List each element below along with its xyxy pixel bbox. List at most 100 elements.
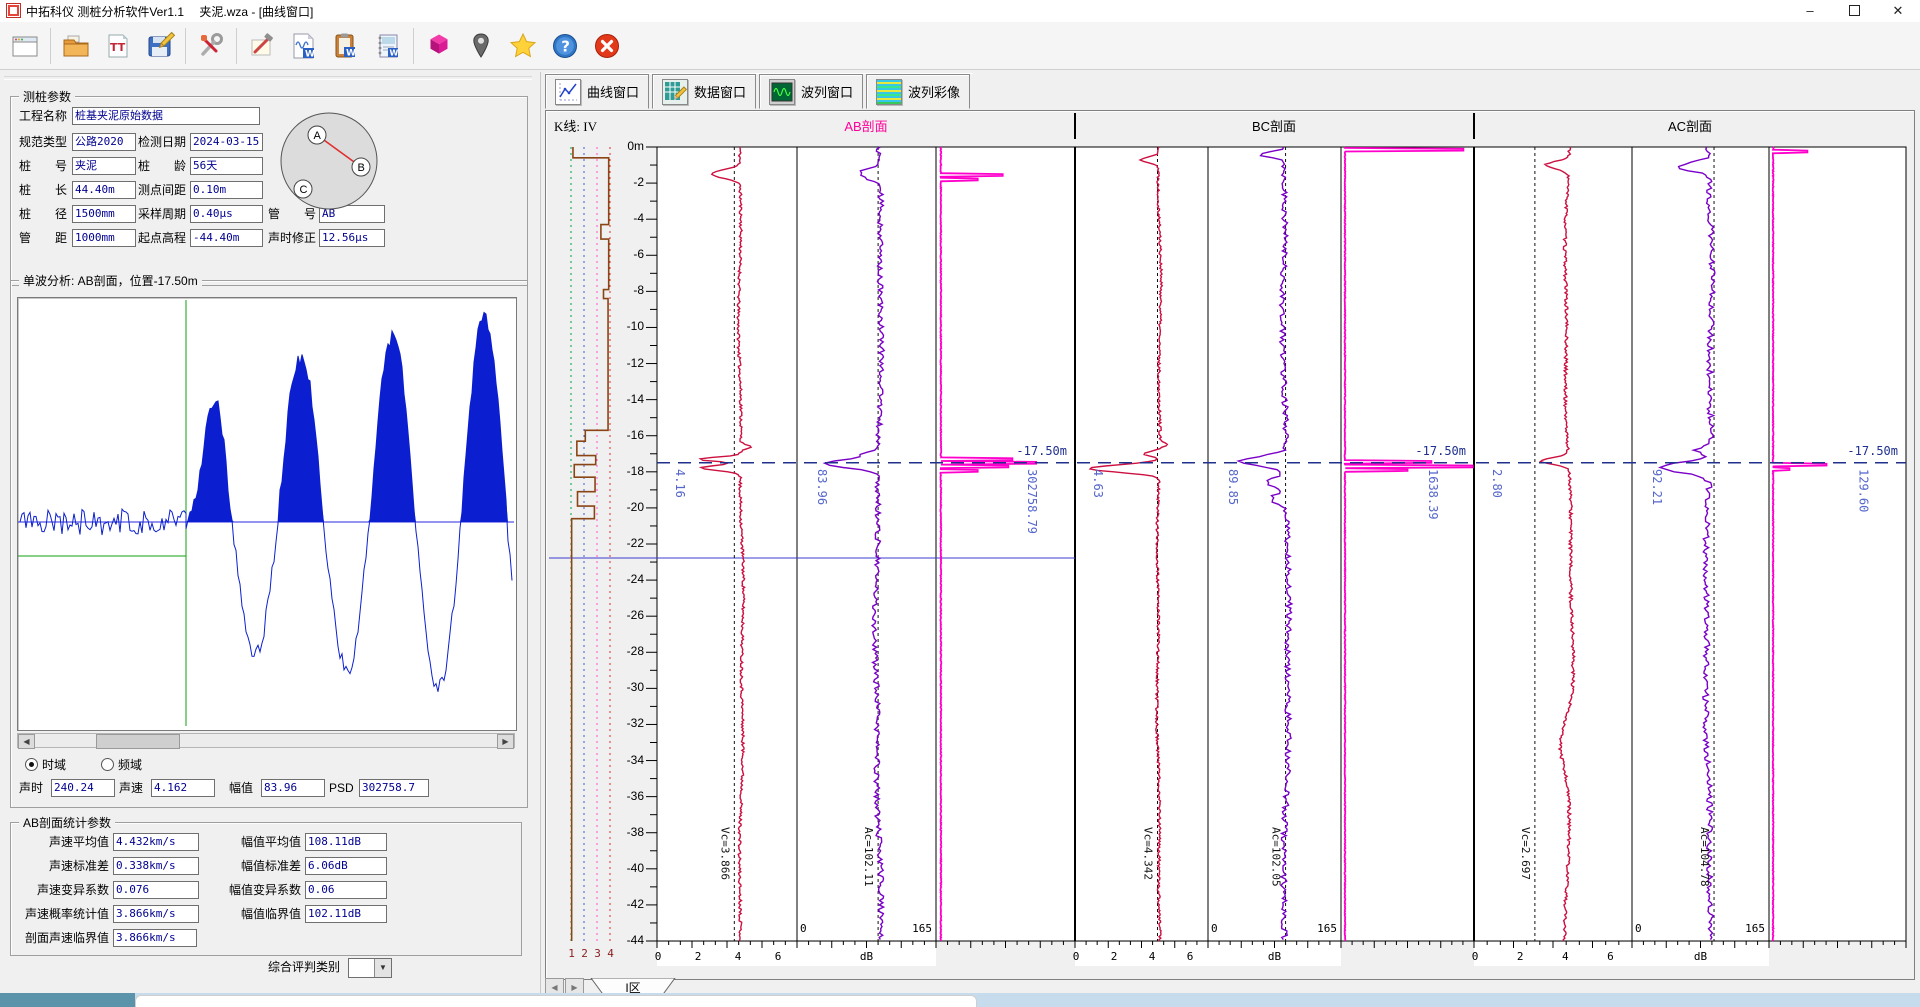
scroll-left-icon[interactable]: ◀ — [18, 734, 35, 749]
exit-icon[interactable] — [587, 26, 627, 66]
help-icon[interactable]: ? — [545, 26, 585, 66]
location-icon[interactable] — [461, 26, 501, 66]
data-table-icon — [662, 79, 688, 105]
svg-text:?: ? — [561, 37, 570, 55]
save-icon[interactable] — [140, 26, 180, 66]
sound-time-field[interactable]: 240.24 — [51, 779, 115, 797]
app-icon — [6, 3, 21, 18]
font-setting-icon[interactable]: TT — [98, 26, 138, 66]
view-3d-icon[interactable] — [419, 26, 459, 66]
field-label: 幅值变异系数 — [201, 881, 301, 899]
field-label: 声速平均值 — [19, 833, 109, 851]
psd-field[interactable]: 302758.7 — [359, 779, 429, 797]
freq-domain-radio[interactable]: 频域 — [101, 757, 142, 773]
scroll-right-icon[interactable]: ▶ — [497, 734, 514, 749]
toolbar: TT W W W ? — [0, 22, 1920, 70]
profile-speed-critical-field[interactable]: 3.866km/s — [113, 929, 197, 947]
tube-spacing-field[interactable]: 1000mm — [72, 229, 136, 247]
field-label: 剖面声速临界值 — [11, 929, 109, 947]
taskbar-search[interactable] — [135, 995, 977, 1007]
tab-wavetrain-color[interactable]: 波列彩像 — [866, 74, 970, 109]
application-window: 中拓科仪 测桩分析软件Ver1.1 夹泥.wza - [曲线窗口] – ✕ TT… — [0, 0, 1920, 1007]
judge-label: 综合评判类别 — [268, 958, 340, 976]
field-label: PSD — [329, 779, 354, 797]
amp-critical-field[interactable]: 102.11dB — [305, 905, 387, 923]
field-label: 检测日期 — [138, 133, 190, 151]
scrollbar-thumb[interactable] — [96, 734, 180, 749]
stats-group: AB剖面统计参数 声速平均值 4.432km/s 幅值平均值 108.11dB … — [10, 822, 522, 956]
field-label: 桩 径 — [19, 205, 71, 223]
tube-layout-diagram: A B C — [277, 109, 381, 213]
field-label: 声速概率统计值 — [11, 905, 109, 923]
pile-length-field[interactable]: 44.40m — [72, 181, 136, 199]
amp-cv-field[interactable]: 0.06 — [305, 881, 387, 899]
report-curve-icon[interactable]: W — [284, 26, 324, 66]
new-window-icon[interactable] — [5, 26, 45, 66]
window-tabs: 曲线窗口 数据窗口 波列窗口 波列彩像 — [545, 73, 973, 109]
svg-text:W: W — [305, 49, 315, 59]
svg-text:W: W — [390, 48, 399, 57]
amplitude-field[interactable]: 83.96 — [261, 779, 325, 797]
tools-icon[interactable] — [191, 26, 231, 66]
tab-label: 数据窗口 — [694, 82, 746, 101]
field-label: 幅值平均值 — [201, 833, 301, 851]
field-label: 幅值 — [229, 779, 253, 797]
chevron-down-icon[interactable]: ▼ — [374, 959, 391, 977]
speed-std-field[interactable]: 0.338km/s — [113, 857, 199, 875]
right-panel: 曲线窗口 数据窗口 波列窗口 波列彩像 K线: IV AB剖面 BC剖面 AC剖… — [540, 72, 1920, 1007]
taskbar-left — [0, 993, 135, 1007]
chart-canvas[interactable] — [546, 111, 1914, 979]
start-elevation-field[interactable]: -44.40m — [190, 229, 263, 247]
tab-data-window[interactable]: 数据窗口 — [652, 74, 756, 109]
time-domain-radio[interactable]: 时域 — [25, 757, 66, 773]
pile-age-field[interactable]: 56天 — [190, 157, 263, 175]
profile-chart[interactable]: K线: IV AB剖面 BC剖面 AC剖面 0m-2-4-6-8-10-12-1… — [545, 110, 1915, 980]
speed-prob-field[interactable]: 3.866km/s — [113, 905, 199, 923]
pile-diameter-field[interactable]: 1500mm — [72, 205, 136, 223]
amp-mean-field[interactable]: 108.11dB — [305, 833, 387, 851]
report-word-icon[interactable]: W — [326, 26, 366, 66]
svg-text:TT: TT — [110, 41, 126, 54]
test-date-field[interactable]: 2024-03-15 — [190, 133, 263, 151]
report-book-icon[interactable]: W — [368, 26, 408, 66]
sound-speed-field[interactable]: 4.162 — [151, 779, 215, 797]
point-spacing-field[interactable]: 0.10m — [190, 181, 263, 199]
sample-period-field[interactable]: 0.40μs — [190, 205, 263, 223]
repair-icon[interactable] — [242, 26, 282, 66]
amp-std-field[interactable]: 6.06dB — [305, 857, 387, 875]
field-label: 桩 龄 — [138, 157, 190, 175]
svg-text:B: B — [358, 162, 365, 174]
tab-curve-window[interactable]: 曲线窗口 — [545, 74, 649, 109]
maximize-icon[interactable] — [1832, 0, 1876, 22]
tab-wavetrain-window[interactable]: 波列窗口 — [759, 74, 863, 109]
waveform-display[interactable] — [17, 297, 517, 731]
oscilloscope-icon — [769, 79, 795, 105]
taskbar-strip — [0, 993, 1920, 1007]
project-name-field[interactable]: 桩基夹泥原始数据 — [72, 107, 260, 125]
speed-cv-field[interactable]: 0.076 — [113, 881, 199, 899]
color-image-icon — [876, 79, 902, 105]
field-label: 声速标准差 — [19, 857, 109, 875]
favorite-icon[interactable] — [503, 26, 543, 66]
single-wave-group: 单波分析: AB剖面，位置-17.50m ◀ ▶ 时域 频域 声时 240.24… — [10, 280, 528, 808]
minimize-icon[interactable]: – — [1788, 0, 1832, 22]
curve-icon — [555, 79, 581, 105]
waveform-scrollbar[interactable]: ◀ ▶ — [17, 733, 515, 748]
tab-label: 曲线窗口 — [587, 82, 639, 101]
field-label: 声时修正 — [268, 229, 316, 247]
field-label: 幅值标准差 — [201, 857, 301, 875]
pile-no-field[interactable]: 夹泥 — [72, 157, 136, 175]
field-label: 声时 — [19, 779, 43, 797]
time-correction-field[interactable]: 12.56μs — [319, 229, 385, 247]
speed-mean-field[interactable]: 4.432km/s — [113, 833, 199, 851]
group-title: AB剖面统计参数 — [19, 814, 115, 831]
field-label: 起点高程 — [138, 229, 190, 247]
open-file-icon[interactable] — [56, 26, 96, 66]
close-icon[interactable]: ✕ — [1876, 0, 1920, 22]
judge-select[interactable]: ▼ — [348, 958, 392, 978]
tab-label: 波列彩像 — [908, 82, 960, 101]
pile-params-group: 测桩参数 工程名称 桩基夹泥原始数据 规范类型 公路2020 检测日期 2024… — [10, 96, 528, 286]
spec-type-field[interactable]: 公路2020 — [72, 133, 136, 151]
divider — [4, 76, 532, 80]
title-bar: 中拓科仪 测桩分析软件Ver1.1 夹泥.wza - [曲线窗口] – ✕ — [0, 0, 1920, 23]
